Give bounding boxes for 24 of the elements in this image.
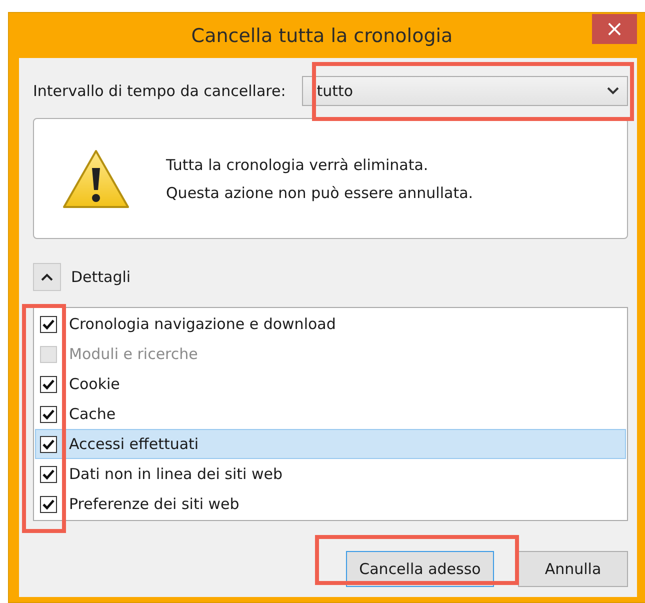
- list-item[interactable]: Preferenze dei siti web: [35, 489, 626, 519]
- warning-icon: [62, 148, 130, 210]
- window-title: Cancella tutta la cronologia: [191, 24, 453, 46]
- list-item[interactable]: Cronologia navigazione e download: [35, 309, 626, 339]
- time-range-label: Intervallo di tempo da cancellare:: [33, 82, 286, 100]
- list-item[interactable]: Cache: [35, 399, 626, 429]
- checkbox[interactable]: [40, 496, 57, 512]
- chevron-down-icon: [607, 87, 619, 95]
- dialog-button[interactable]: Annulla: [518, 551, 628, 587]
- list-item[interactable]: Dati non in linea dei siti web: [35, 459, 626, 489]
- warning-text: Tutta la cronologia verrà eliminata.: [166, 156, 430, 174]
- time-range-dropdown[interactable]: tutto: [302, 76, 628, 106]
- warning-text: Questa azione non può essere annullata.: [166, 184, 474, 202]
- checkbox[interactable]: [40, 436, 57, 452]
- checkbox[interactable]: [40, 376, 57, 392]
- checkbox[interactable]: [40, 316, 57, 332]
- details-toggle-button[interactable]: [33, 263, 61, 291]
- details-label: Dettagli: [71, 268, 131, 286]
- checkbox[interactable]: [40, 466, 57, 482]
- list-item[interactable]: Cookie: [35, 369, 626, 399]
- close-button[interactable]: ×: [592, 14, 637, 44]
- list-item[interactable]: Accessi effettuati: [35, 429, 626, 459]
- caret-up-icon: [41, 273, 53, 281]
- checkbox[interactable]: [40, 406, 57, 422]
